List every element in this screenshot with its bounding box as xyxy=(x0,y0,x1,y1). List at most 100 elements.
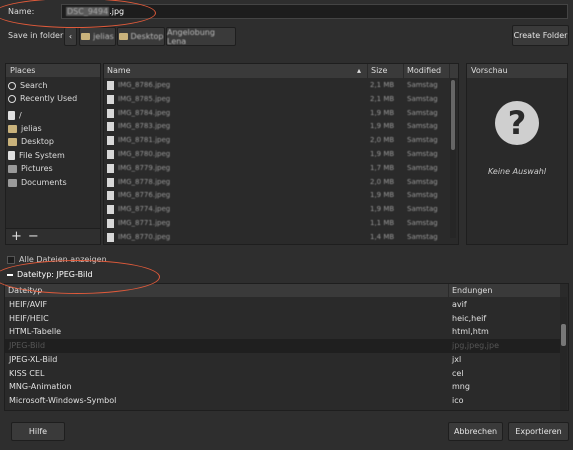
place-file-system[interactable]: File System xyxy=(6,149,100,162)
file-name: IMG_8770.jpeg xyxy=(118,232,171,241)
file-row[interactable]: IMG_8779.jpeg 1,7 MB Samstag xyxy=(104,162,450,176)
column-filetype[interactable]: Dateityp xyxy=(5,284,448,297)
filename-selected-text: DSC_9494 xyxy=(66,7,110,16)
place-jelias[interactable]: jelias xyxy=(6,122,100,135)
path-back-button[interactable]: ‹ xyxy=(64,27,77,46)
file-modified: Samstag xyxy=(407,81,438,89)
cancel-button[interactable]: Abbrechen xyxy=(448,422,503,441)
place-desktop[interactable]: Desktop xyxy=(6,135,100,148)
file-modified: Samstag xyxy=(407,177,438,186)
filetype-row[interactable]: MNG-Animation mng xyxy=(5,380,560,394)
filetype-row[interactable]: HTML-Tabelle html,htm xyxy=(5,325,560,339)
filetype-row[interactable]: KISS CEL cel xyxy=(5,367,560,381)
file-modified: Samstag xyxy=(407,122,438,131)
filetype-extensions: cel xyxy=(452,368,464,378)
breadcrumb-jelias[interactable]: jelias xyxy=(79,27,116,46)
sort-up-icon: ▴ xyxy=(356,66,361,75)
image-file-icon xyxy=(107,177,114,187)
filename-extension: .jpg xyxy=(109,7,125,16)
show-all-files-toggle[interactable]: Alle Dateien anzeigen xyxy=(7,255,107,264)
image-file-icon xyxy=(107,122,114,132)
file-row[interactable]: IMG_8781.jpeg 2,0 MB Samstag xyxy=(104,134,450,148)
filetype-expander[interactable]: Dateityp: JPEG-Bild xyxy=(7,270,93,279)
filetype-row[interactable]: Microsoft-Windows-Symbol ico xyxy=(5,394,560,408)
file-size: 1,9 MB xyxy=(370,108,395,117)
file-row[interactable]: IMG_8780.jpeg 1,9 MB Samstag xyxy=(104,148,450,162)
export-button[interactable]: Exportieren xyxy=(508,422,569,441)
filetype-row[interactable]: HEIF/AVIF avif xyxy=(5,298,560,312)
filetype-extensions: heic,heif xyxy=(452,313,487,323)
remove-bookmark-button[interactable]: − xyxy=(28,229,39,244)
preview-panel: Vorschau ? Keine Auswahl xyxy=(466,63,568,245)
filename-input[interactable]: DSC_9494 .jpg xyxy=(61,4,568,19)
folder-icon xyxy=(8,137,17,146)
image-file-icon xyxy=(107,136,114,146)
file-name: IMG_8776.jpeg xyxy=(118,191,171,200)
filetype-row[interactable]: JPEG-XL-Bild jxl xyxy=(5,353,560,367)
question-mark-icon: ? xyxy=(495,101,539,145)
file-name: IMG_8786.jpeg xyxy=(118,81,171,89)
file-row[interactable]: IMG_8783.jpeg 1,9 MB Samstag xyxy=(104,120,450,134)
folder-icon xyxy=(8,164,17,173)
chevron-left-icon: ‹ xyxy=(68,32,73,41)
place-root[interactable]: / xyxy=(6,109,100,122)
file-list-scrollbar[interactable] xyxy=(450,78,456,238)
file-modified: Samstag xyxy=(407,163,438,172)
collapse-icon xyxy=(7,273,13,276)
folder-icon xyxy=(8,178,17,187)
file-modified: Samstag xyxy=(407,94,438,103)
help-button[interactable]: Hilfe xyxy=(11,422,65,441)
file-modified: Samstag xyxy=(407,108,438,117)
place-documents[interactable]: Documents xyxy=(6,176,100,189)
file-row[interactable]: IMG_8776.jpeg 1,9 MB Samstag xyxy=(104,189,450,203)
file-modified: Samstag xyxy=(407,191,438,200)
filetype-extensions: html,htm xyxy=(452,327,489,337)
column-name[interactable]: Name ▴ xyxy=(104,64,368,78)
checkbox[interactable] xyxy=(7,255,15,264)
column-extensions[interactable]: Endungen xyxy=(448,284,560,297)
places-header: Places xyxy=(6,64,100,77)
column-size[interactable]: Size xyxy=(368,64,404,78)
file-name: IMG_8784.jpeg xyxy=(118,108,171,117)
file-row[interactable]: IMG_8785.jpeg 2,1 MB Samstag xyxy=(104,93,450,107)
add-bookmark-button[interactable]: + xyxy=(11,229,22,244)
drive-icon xyxy=(8,151,15,160)
image-file-icon xyxy=(107,219,114,228)
filetype-name: JPEG-Bild xyxy=(9,341,46,351)
filetype-row[interactable]: JPEG-Bild jpg,jpeg,jpe xyxy=(5,339,560,353)
file-row[interactable]: IMG_8774.jpeg 1,9 MB Samstag xyxy=(104,203,450,217)
file-row[interactable]: IMG_8770.jpeg 1,4 MB Samstag xyxy=(104,231,450,244)
folder-icon xyxy=(118,33,128,40)
create-folder-button[interactable]: Create Folder xyxy=(512,25,569,46)
file-size: 1,9 MB xyxy=(370,150,395,158)
column-modified[interactable]: Modified xyxy=(404,64,450,78)
image-file-icon xyxy=(107,163,114,173)
filetype-row[interactable]: OpenEXR-Bild exr xyxy=(5,408,560,411)
breadcrumb-current-folder[interactable]: Angelobung Lena xyxy=(166,27,236,46)
image-file-icon xyxy=(107,191,114,201)
file-row[interactable]: IMG_8778.jpeg 2,0 MB Samstag xyxy=(104,176,450,190)
filetype-name: OpenEXR-Bild xyxy=(9,410,64,411)
no-selection-label: Keine Auswahl xyxy=(487,167,547,176)
file-row[interactable]: IMG_8784.jpeg 1,9 MB Samstag xyxy=(104,107,450,121)
file-list-header: Name ▴ Size Modified xyxy=(104,64,458,78)
place-pictures[interactable]: Pictures xyxy=(6,162,100,175)
filetype-name: HTML-Tabelle xyxy=(9,327,62,337)
file-name: IMG_8780.jpeg xyxy=(118,150,171,158)
file-row[interactable]: IMG_8786.jpeg 2,1 MB Samstag xyxy=(104,79,450,93)
filetype-name: HEIF/AVIF xyxy=(9,300,48,309)
place-recently-used[interactable]: Recently Used xyxy=(6,92,100,105)
scrollbar-thumb[interactable] xyxy=(561,324,566,346)
file-row[interactable]: IMG_8771.jpeg 1,1 MB Samstag xyxy=(104,217,450,231)
file-size: 1,9 MB xyxy=(370,191,395,200)
filetype-extensions: ico xyxy=(452,395,464,405)
filetype-row[interactable]: HEIF/HEIC heic,heif xyxy=(5,312,560,326)
breadcrumb-desktop[interactable]: Desktop xyxy=(117,27,165,46)
place-search[interactable]: Search xyxy=(6,79,100,92)
file-name: IMG_8781.jpeg xyxy=(118,136,171,145)
filetype-list-scrollbar[interactable] xyxy=(560,297,567,410)
scrollbar-thumb[interactable] xyxy=(451,80,455,150)
image-file-icon xyxy=(107,205,114,215)
preview-header: Vorschau xyxy=(467,64,567,78)
filetype-name: JPEG-XL-Bild xyxy=(9,354,58,364)
